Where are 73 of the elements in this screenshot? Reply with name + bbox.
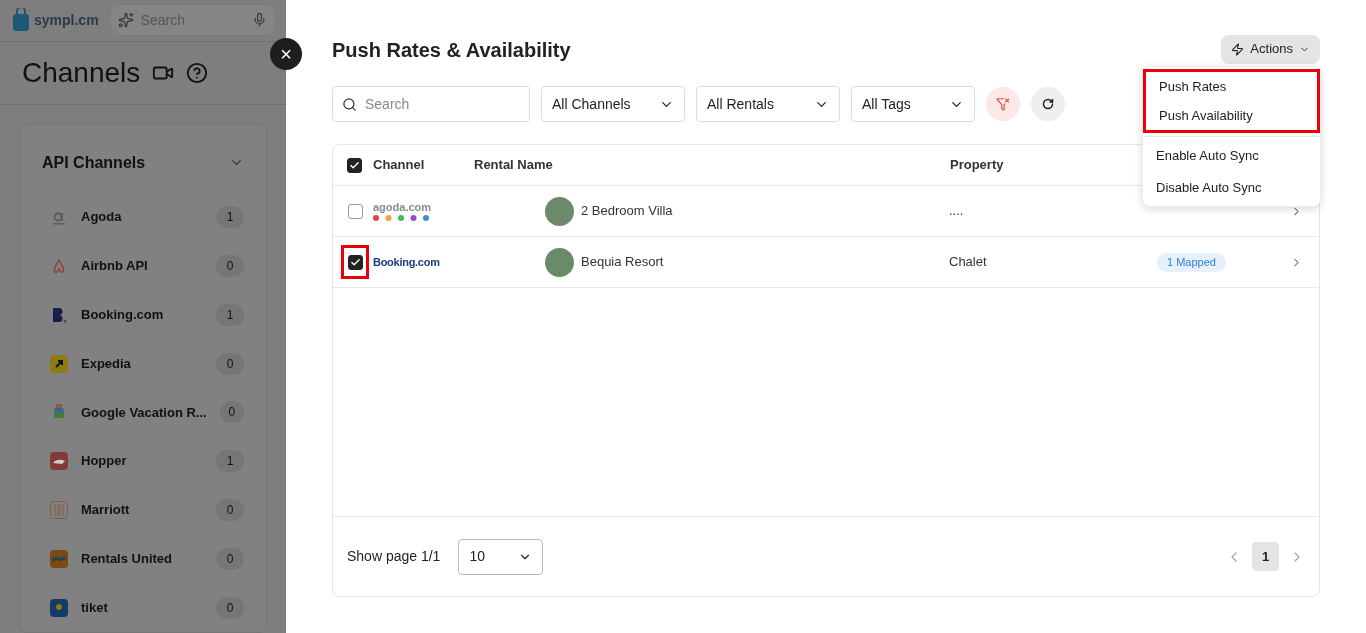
channel-name: tiket [81,598,109,617]
mapped-badge: 1 Mapped [1157,252,1226,272]
property-cell-text: .... [949,202,965,221]
menu-item[interactable]: Push Availability [1143,101,1320,133]
column-header: Rental Name [474,156,554,175]
count-badge: 0 [216,499,244,521]
channel-name: Hopper [81,452,128,471]
refresh-icon [1042,98,1054,110]
channel-item[interactable]: Marriott 0 [42,485,244,535]
search-field[interactable]: Search [332,86,530,122]
check-icon [349,256,361,268]
channel-item[interactable]: tiket 0 [42,583,244,632]
clear-filter-button[interactable] [986,87,1020,121]
channel-name: Agoda [81,208,123,227]
count-badge: 0 [216,596,244,619]
channel-item[interactable]: Agoda 1 [42,192,244,242]
column-header: Property [950,156,1004,175]
rental-photo [545,247,574,277]
channel-logo-text: agoda.com [373,201,433,213]
page-button[interactable]: 1 [1252,542,1279,571]
page-size-dropdown[interactable]: 10 [458,538,544,575]
check-icon [349,159,360,171]
letter-b-icon [50,305,68,324]
section-header[interactable]: API Channels [42,150,244,175]
filter-dropdown[interactable]: All Tags [851,86,975,122]
channel-name: Rentals United [81,550,173,569]
filter-dropdown[interactable]: All Channels [541,86,685,122]
rental-name: Bequia Resort [581,253,665,272]
filter-dropdown[interactable]: All Rentals [696,86,840,122]
checkbox[interactable] [347,157,362,173]
channel-item[interactable]: Airbnb API 0 [42,241,244,291]
help-icon[interactable] [186,61,209,84]
channel-name: Booking.com [81,306,165,325]
count-badge: 1 [216,303,244,326]
channel-logo-text: Booking.com [373,256,440,269]
menu-item[interactable]: Push Rates [1143,69,1320,101]
channel-name: Airbnb API [81,257,149,276]
channel-item[interactable]: Hopper 1 [42,436,244,486]
sparkle-icon [117,12,134,29]
count-badge: 0 [216,547,244,570]
section-title: API Channels [42,152,146,173]
count-badge: 0 [216,352,244,375]
count-badge: 0 [216,255,244,277]
checkbox[interactable] [347,254,363,270]
panel-title: Push Rates & Availability [332,38,571,63]
microphone-icon [252,12,267,28]
lightning-icon [1231,42,1245,56]
column-header: Channel [373,156,426,175]
checkbox[interactable] [347,203,363,219]
menu-item[interactable]: Disable Auto Sync [1143,172,1320,204]
actions-button[interactable]: Actions [1221,34,1320,64]
channel-item[interactable]: Google Vacation R... 0 [42,388,244,437]
channel-item[interactable]: Booking.com 1 [42,290,244,340]
property-cell-text: Chalet [949,253,988,272]
channel-item[interactable]: Rentals United 0 [42,534,244,584]
menu-item[interactable]: Enable Auto Sync [1143,140,1320,172]
rental-photo [545,196,574,226]
channel-item[interactable]: Expedia 0 [42,339,244,388]
channel-name: Expedia [81,354,132,373]
count-badge: 1 [216,450,244,473]
count-badge: 1 [216,206,244,229]
refresh-button[interactable] [1031,87,1065,121]
page-title: Channels [22,55,141,90]
search-icon [342,97,357,112]
bag-logo-icon [12,8,30,33]
rental-name: 2 Bedroom Villa [581,202,674,221]
brand-name: sympl.cm [34,10,99,30]
filter-clear-icon [996,97,1010,111]
count-badge: 0 [219,401,244,424]
page-label: Show page 1/1 [347,547,441,566]
channel-name: Google Vacation R... [81,403,207,422]
wave-icon [50,549,68,568]
channel-name: Marriott [81,501,131,520]
